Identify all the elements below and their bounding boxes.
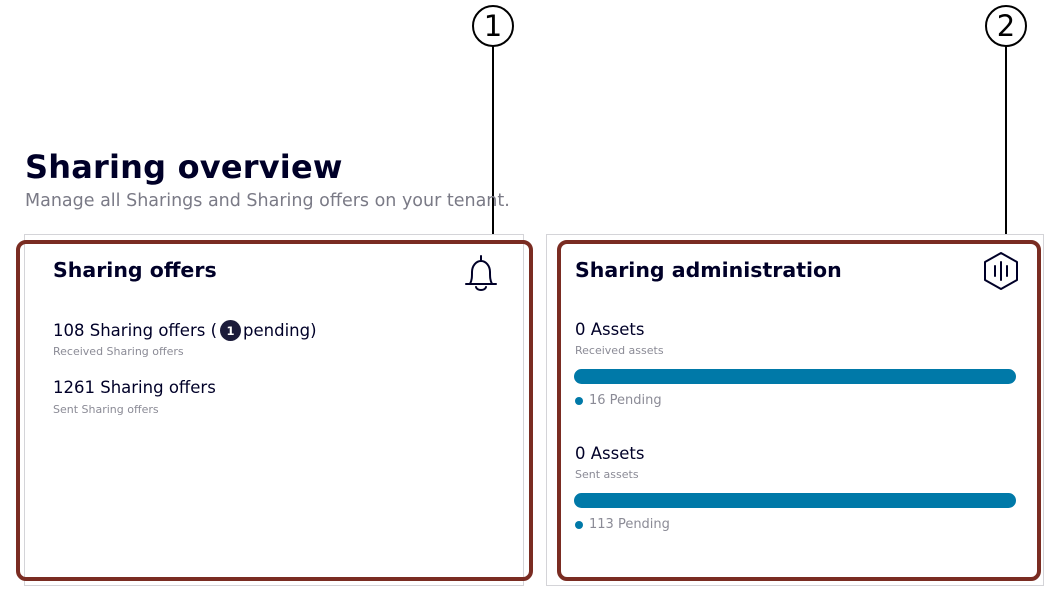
received-assets-bar xyxy=(574,369,1016,384)
sent-offers-label: Sent Sharing offers xyxy=(53,403,159,416)
pending-dot xyxy=(575,396,583,405)
pending-badge: 1 xyxy=(220,320,242,341)
received-offers-count[interactable]: 108 Sharing offers ( 1 pending) xyxy=(53,320,317,341)
bell-icon[interactable] xyxy=(460,252,502,298)
received-offers-text: 108 Sharing offers ( xyxy=(53,321,218,340)
callout-2-label: 2 xyxy=(996,9,1016,43)
received-pending-text: 16 Pending xyxy=(589,393,662,408)
received-offers-label: Received Sharing offers xyxy=(53,345,184,358)
received-pending-legend: 16 Pending xyxy=(575,393,662,408)
sent-assets-label: Sent assets xyxy=(575,468,639,481)
callout-2-line xyxy=(1005,46,1007,244)
sharing-administration-card xyxy=(546,234,1044,586)
callout-1-label: 1 xyxy=(483,9,503,43)
received-assets-text: 0 Assets xyxy=(575,320,645,339)
hexagon-bars-icon[interactable] xyxy=(980,250,1022,296)
received-offers-suffix: pending) xyxy=(243,321,317,340)
sent-offers-text: 1261 Sharing offers xyxy=(53,378,216,397)
sent-pending-text: 113 Pending xyxy=(589,517,670,532)
pending-dot xyxy=(575,520,583,529)
sent-assets-bar xyxy=(574,493,1016,508)
sent-assets-count[interactable]: 0 Assets xyxy=(575,444,644,463)
page-subtitle: Manage all Sharings and Sharing offers o… xyxy=(25,191,510,211)
sharing-administration-title: Sharing administration xyxy=(575,258,842,282)
sent-offers-count[interactable]: 1261 Sharing offers xyxy=(53,378,216,397)
sent-assets-text: 0 Assets xyxy=(575,444,645,463)
sharing-offers-title: Sharing offers xyxy=(53,258,217,282)
received-assets-count[interactable]: 0 Assets xyxy=(575,320,644,339)
callout-2: 2 xyxy=(985,5,1027,47)
received-assets-label: Received assets xyxy=(575,344,664,357)
page-title: Sharing overview xyxy=(25,148,343,186)
callout-1-line xyxy=(492,46,494,244)
callout-1: 1 xyxy=(472,5,514,47)
sent-pending-legend: 113 Pending xyxy=(575,517,670,532)
